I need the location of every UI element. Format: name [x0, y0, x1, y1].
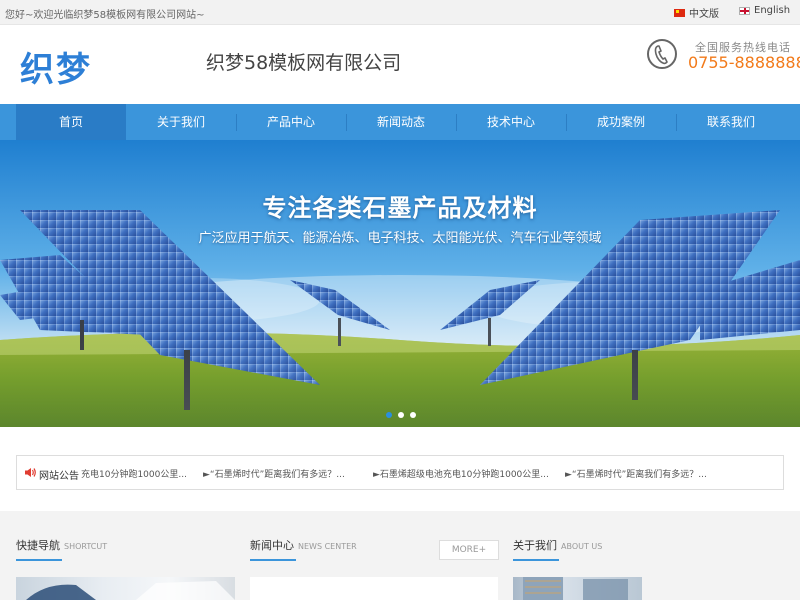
shortcut-subtitle: SHORTCUT — [64, 542, 108, 551]
china-flag-icon — [674, 8, 685, 17]
notice-label: 网站公告 — [39, 471, 79, 482]
speaker-icon — [25, 468, 36, 477]
about-section-title: 关于我们 ABOUT US — [513, 537, 602, 553]
slider-dots — [386, 412, 416, 418]
main-nav: 首页 关于我们 产品中心 新闻动态 技术中心 成功案例 联系我们 — [0, 104, 800, 140]
nav-item-contact[interactable]: 联系我们 — [676, 104, 786, 140]
lang-chinese-link[interactable]: 中文版 — [674, 5, 719, 20]
lang-english-link[interactable]: English — [739, 5, 790, 16]
phone-icon — [647, 39, 677, 69]
welcome-text: 您好~欢迎光临织梦58模板网有限公司网站~ — [5, 10, 205, 21]
lang-chinese-label: 中文版 — [689, 9, 719, 20]
shortcut-image[interactable] — [16, 577, 235, 600]
about-title: 关于我们 — [513, 539, 557, 552]
shortcut-section-title: 快捷导航 SHORTCUT — [16, 537, 107, 553]
section-underline — [16, 559, 62, 561]
content-sections: 快捷导航 SHORTCUT 新闻中心 NEWS CENTER MORE+ 关于我们 A… — [0, 511, 800, 600]
news-image[interactable] — [250, 577, 498, 600]
nav-item-news[interactable]: 新闻动态 — [346, 104, 456, 140]
slider-dot[interactable] — [410, 412, 416, 418]
slider-dot[interactable] — [398, 412, 404, 418]
news-section-title: 新闻中心 NEWS CENTER — [250, 537, 357, 553]
lang-english-label: English — [754, 5, 791, 16]
section-underline — [250, 559, 296, 561]
about-subtitle: ABOUT US — [561, 542, 603, 551]
news-more-button[interactable]: MORE+ — [439, 540, 499, 560]
notice-bar: 网站公告 充电10分钟跑1000公里... ►“石墨烯时代”距离我们有多远？..… — [16, 455, 784, 490]
notice-item[interactable]: ►石墨烯超级电池充电10分钟跑1000公里... — [373, 467, 549, 480]
notice-item[interactable]: 充电10分钟跑1000公里... — [81, 467, 187, 480]
nav-item-cases[interactable]: 成功案例 — [566, 104, 676, 140]
notice-item[interactable]: ►“石墨烯时代”距离我们有多远？... — [565, 467, 707, 480]
notice-item[interactable]: ►“石墨烯时代”距离我们有多远？... — [203, 467, 345, 480]
top-bar: 您好~欢迎光临织梦58模板网有限公司网站~ 中文版 English — [0, 0, 800, 25]
banner-title: 专注各类石墨产品及材料 — [262, 194, 538, 222]
company-name: 织梦58模板网有限公司 — [206, 52, 402, 74]
uk-flag-icon — [739, 6, 750, 15]
slider-dot[interactable] — [386, 412, 392, 418]
banner-subtitle: 广泛应用于航天、能源冶炼、电子科技、太阳能光伏、汽车行业等领域 — [198, 231, 602, 246]
section-underline — [513, 559, 559, 561]
nav-item-products[interactable]: 产品中心 — [236, 104, 346, 140]
nav-item-tech[interactable]: 技术中心 — [456, 104, 566, 140]
site-logo[interactable]: 织梦 — [20, 42, 92, 91]
news-subtitle: NEWS CENTER — [298, 542, 357, 551]
solar-panels-image — [0, 140, 800, 427]
news-title: 新闻中心 — [250, 539, 294, 552]
shortcut-title: 快捷导航 — [16, 539, 60, 552]
nav-item-home[interactable]: 首页 — [16, 104, 126, 140]
about-image[interactable] — [513, 577, 642, 600]
hero-banner[interactable]: 专注各类石墨产品及材料 广泛应用于航天、能源冶炼、电子科技、太阳能光伏、汽车行业… — [0, 140, 800, 427]
site-header: 织梦 织梦58模板网有限公司 全国服务热线电话 0755-8888888 — [0, 25, 800, 104]
hotline-number: 0755-8888888 — [688, 53, 800, 72]
nav-item-about[interactable]: 关于我们 — [126, 104, 236, 140]
